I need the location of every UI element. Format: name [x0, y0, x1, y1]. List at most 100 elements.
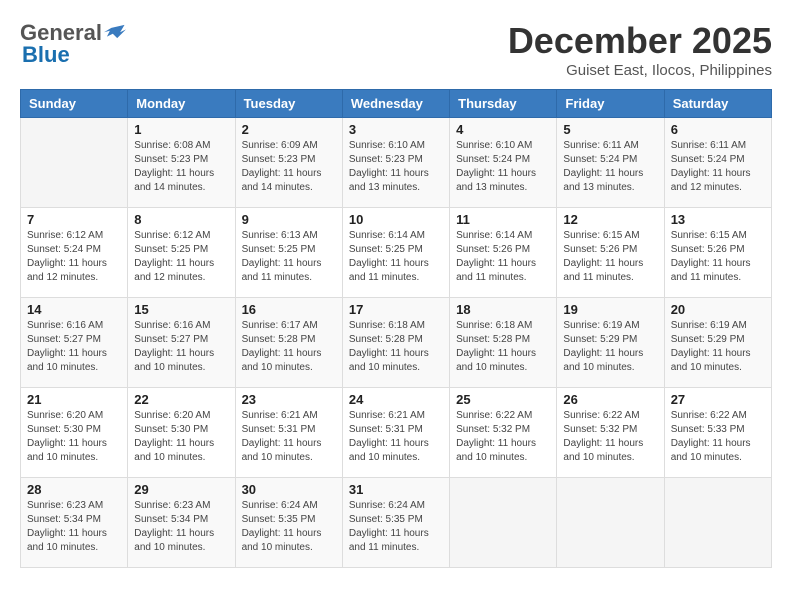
day-cell: 24 Sunrise: 6:21 AM Sunset: 5:31 PM Dayli…	[342, 388, 449, 478]
day-cell: 8Sunrise: 6:12 AM Sunset: 5:25 PM Daylig…	[128, 208, 235, 298]
day-cell: 9 Sunrise: 6:13 AM Sunset: 5:25 PM Daylig…	[235, 208, 342, 298]
day-info: Sunrise: 6:13 AM Sunset: 5:25 PM Dayligh…	[242, 229, 336, 285]
day-number: 26	[563, 392, 657, 407]
day-number: 7	[27, 212, 121, 227]
header-tuesday: Tuesday	[235, 90, 342, 118]
day-number: 2	[242, 122, 336, 137]
day-info: Sunrise: 6:15 AM Sunset: 5:26 PM Dayligh…	[671, 229, 765, 285]
day-cell: 7 Sunrise: 6:12 AM Sunset: 5:24 PM Daylig…	[21, 208, 128, 298]
day-number: 30	[242, 482, 336, 497]
day-cell: 10Sunrise: 6:14 AM Sunset: 5:25 PM Dayli…	[342, 208, 449, 298]
week-row-2: 14 Sunrise: 6:16 AM Sunset: 5:27 PM Dayli…	[21, 298, 772, 388]
day-info: Sunrise: 6:18 AM Sunset: 5:28 PM Dayligh…	[456, 319, 550, 375]
day-cell: 12Sunrise: 6:15 AM Sunset: 5:26 PM Dayli…	[557, 208, 664, 298]
day-number: 10	[349, 212, 443, 227]
header-thursday: Thursday	[450, 90, 557, 118]
day-cell: 29 Sunrise: 6:23 AM Sunset: 5:34 PM Dayli…	[128, 478, 235, 568]
day-cell	[557, 478, 664, 568]
day-number: 25	[456, 392, 550, 407]
day-info: Sunrise: 6:19 AM Sunset: 5:29 PM Dayligh…	[671, 319, 765, 375]
week-row-0: 1 Sunrise: 6:08 AM Sunset: 5:23 PM Daylig…	[21, 118, 772, 208]
day-info: Sunrise: 6:21 AM Sunset: 5:31 PM Dayligh…	[349, 409, 443, 465]
header-sunday: Sunday	[21, 90, 128, 118]
day-info: Sunrise: 6:08 AM Sunset: 5:23 PM Dayligh…	[134, 139, 228, 195]
day-cell: 3Sunrise: 6:10 AM Sunset: 5:23 PM Daylig…	[342, 118, 449, 208]
day-cell	[664, 478, 771, 568]
day-cell	[450, 478, 557, 568]
day-info: Sunrise: 6:17 AM Sunset: 5:28 PM Dayligh…	[242, 319, 336, 375]
week-row-1: 7 Sunrise: 6:12 AM Sunset: 5:24 PM Daylig…	[21, 208, 772, 298]
day-info: Sunrise: 6:19 AM Sunset: 5:29 PM Dayligh…	[563, 319, 657, 375]
day-info: Sunrise: 6:10 AM Sunset: 5:23 PM Dayligh…	[349, 139, 443, 195]
day-number: 28	[27, 482, 121, 497]
header-saturday: Saturday	[664, 90, 771, 118]
day-cell: 25Sunrise: 6:22 AM Sunset: 5:32 PM Dayli…	[450, 388, 557, 478]
month-title: December 2025	[508, 20, 772, 62]
day-info: Sunrise: 6:20 AM Sunset: 5:30 PM Dayligh…	[27, 409, 121, 465]
day-number: 17	[349, 302, 443, 317]
day-number: 18	[456, 302, 550, 317]
day-cell	[21, 118, 128, 208]
day-info: Sunrise: 6:24 AM Sunset: 5:35 PM Dayligh…	[242, 499, 336, 555]
day-cell: 6 Sunrise: 6:11 AM Sunset: 5:24 PM Daylig…	[664, 118, 771, 208]
week-row-3: 21Sunrise: 6:20 AM Sunset: 5:30 PM Dayli…	[21, 388, 772, 478]
location: Guiset East, Ilocos, Philippines	[508, 62, 772, 79]
day-number: 6	[671, 122, 765, 137]
day-info: Sunrise: 6:24 AM Sunset: 5:35 PM Dayligh…	[349, 499, 443, 555]
day-info: Sunrise: 6:10 AM Sunset: 5:24 PM Dayligh…	[456, 139, 550, 195]
title-block: December 2025 Guiset East, Ilocos, Phili…	[508, 20, 772, 79]
day-cell: 23 Sunrise: 6:21 AM Sunset: 5:31 PM Dayli…	[235, 388, 342, 478]
day-info: Sunrise: 6:21 AM Sunset: 5:31 PM Dayligh…	[242, 409, 336, 465]
day-info: Sunrise: 6:11 AM Sunset: 5:24 PM Dayligh…	[671, 139, 765, 195]
day-number: 31	[349, 482, 443, 497]
header-monday: Monday	[128, 90, 235, 118]
logo-blue-text: Blue	[22, 42, 70, 68]
day-number: 29	[134, 482, 228, 497]
day-number: 14	[27, 302, 121, 317]
day-info: Sunrise: 6:16 AM Sunset: 5:27 PM Dayligh…	[134, 319, 228, 375]
day-number: 11	[456, 212, 550, 227]
day-number: 24	[349, 392, 443, 407]
day-cell: 16 Sunrise: 6:17 AM Sunset: 5:28 PM Dayli…	[235, 298, 342, 388]
day-cell: 15 Sunrise: 6:16 AM Sunset: 5:27 PM Dayli…	[128, 298, 235, 388]
day-info: Sunrise: 6:14 AM Sunset: 5:26 PM Dayligh…	[456, 229, 550, 285]
day-number: 1	[134, 122, 228, 137]
day-cell: 14 Sunrise: 6:16 AM Sunset: 5:27 PM Dayli…	[21, 298, 128, 388]
day-cell: 18 Sunrise: 6:18 AM Sunset: 5:28 PM Dayli…	[450, 298, 557, 388]
day-info: Sunrise: 6:09 AM Sunset: 5:23 PM Dayligh…	[242, 139, 336, 195]
day-cell: 17Sunrise: 6:18 AM Sunset: 5:28 PM Dayli…	[342, 298, 449, 388]
day-info: Sunrise: 6:11 AM Sunset: 5:24 PM Dayligh…	[563, 139, 657, 195]
day-info: Sunrise: 6:12 AM Sunset: 5:24 PM Dayligh…	[27, 229, 121, 285]
day-number: 15	[134, 302, 228, 317]
day-cell: 31 Sunrise: 6:24 AM Sunset: 5:35 PM Dayli…	[342, 478, 449, 568]
day-cell: 27 Sunrise: 6:22 AM Sunset: 5:33 PM Dayli…	[664, 388, 771, 478]
calendar-table: SundayMondayTuesdayWednesdayThursdayFrid…	[20, 89, 772, 568]
day-info: Sunrise: 6:16 AM Sunset: 5:27 PM Dayligh…	[27, 319, 121, 375]
day-cell: 2 Sunrise: 6:09 AM Sunset: 5:23 PM Daylig…	[235, 118, 342, 208]
week-row-4: 28 Sunrise: 6:23 AM Sunset: 5:34 PM Dayli…	[21, 478, 772, 568]
header-friday: Friday	[557, 90, 664, 118]
day-info: Sunrise: 6:20 AM Sunset: 5:30 PM Dayligh…	[134, 409, 228, 465]
day-number: 8	[134, 212, 228, 227]
logo: General Blue	[20, 20, 126, 68]
day-cell: 22 Sunrise: 6:20 AM Sunset: 5:30 PM Dayli…	[128, 388, 235, 478]
page-header: General Blue December 2025 Guiset East, …	[20, 20, 772, 79]
calendar-header-row: SundayMondayTuesdayWednesdayThursdayFrid…	[21, 90, 772, 118]
day-info: Sunrise: 6:22 AM Sunset: 5:33 PM Dayligh…	[671, 409, 765, 465]
day-cell: 4 Sunrise: 6:10 AM Sunset: 5:24 PM Daylig…	[450, 118, 557, 208]
day-cell: 19Sunrise: 6:19 AM Sunset: 5:29 PM Dayli…	[557, 298, 664, 388]
day-number: 13	[671, 212, 765, 227]
day-number: 4	[456, 122, 550, 137]
day-number: 22	[134, 392, 228, 407]
header-wednesday: Wednesday	[342, 90, 449, 118]
day-number: 23	[242, 392, 336, 407]
day-info: Sunrise: 6:23 AM Sunset: 5:34 PM Dayligh…	[134, 499, 228, 555]
day-number: 27	[671, 392, 765, 407]
day-number: 5	[563, 122, 657, 137]
day-number: 16	[242, 302, 336, 317]
day-info: Sunrise: 6:22 AM Sunset: 5:32 PM Dayligh…	[563, 409, 657, 465]
day-info: Sunrise: 6:15 AM Sunset: 5:26 PM Dayligh…	[563, 229, 657, 285]
day-number: 9	[242, 212, 336, 227]
day-cell: 26 Sunrise: 6:22 AM Sunset: 5:32 PM Dayli…	[557, 388, 664, 478]
day-cell: 13 Sunrise: 6:15 AM Sunset: 5:26 PM Dayli…	[664, 208, 771, 298]
